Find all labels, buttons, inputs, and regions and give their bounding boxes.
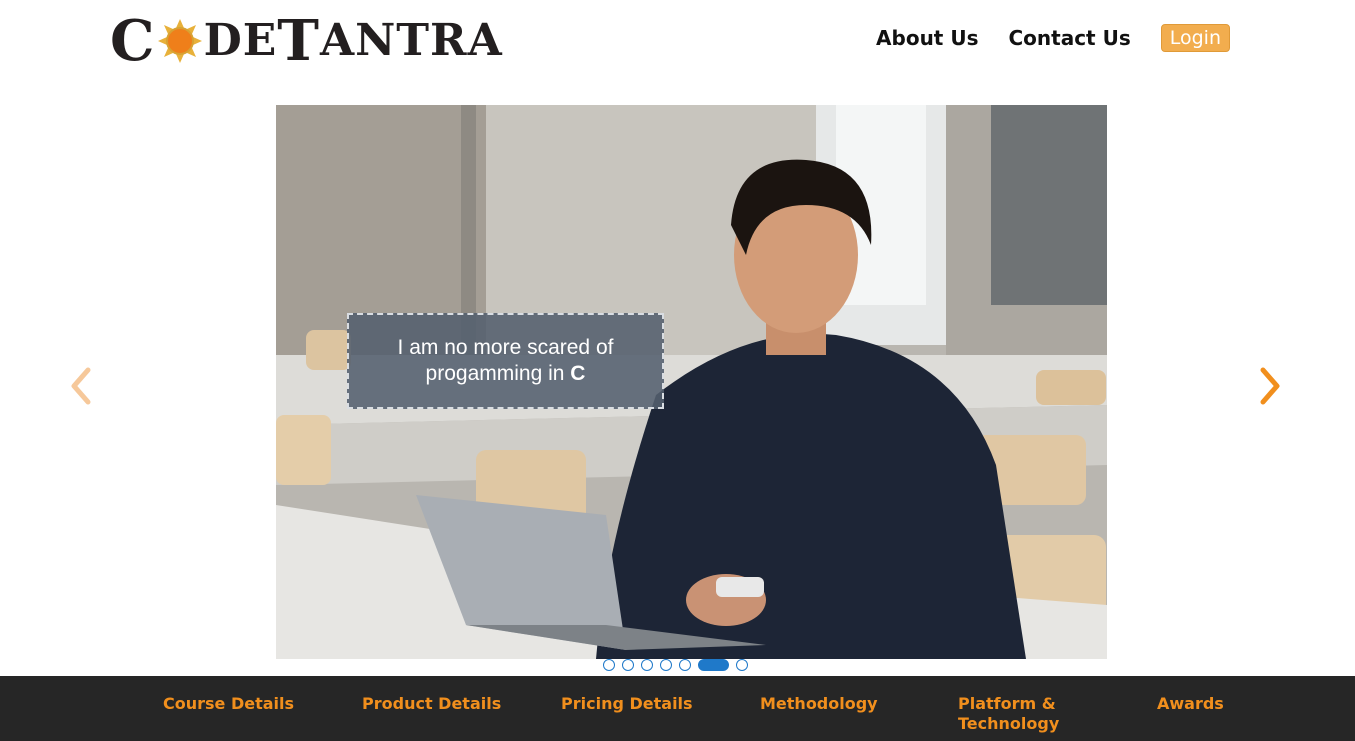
caption-line-2: progamming in C <box>426 361 586 387</box>
pricing-details-link[interactable]: Pricing Details <box>561 694 693 714</box>
logo-letters-antra: ANTRA <box>319 15 503 66</box>
product-details-link[interactable]: Product Details <box>362 694 501 714</box>
contact-us-link[interactable]: Contact Us <box>1008 26 1130 50</box>
caption-line-2-text: progamming in <box>425 362 571 385</box>
caption-bold-c: C <box>570 362 586 385</box>
product-details-label: Product Details <box>362 694 502 713</box>
methodology-label: Methodology <box>760 694 878 713</box>
logo-letter-c: C <box>110 8 156 74</box>
sun-icon <box>157 19 202 63</box>
platform-technology-label-1: Platform & <box>958 694 1056 713</box>
platform-technology-link[interactable]: Platform & Technology <box>958 694 1059 734</box>
awards-label: Awards <box>1157 694 1224 713</box>
course-details-link[interactable]: Course Details <box>163 694 294 714</box>
chevron-left-icon[interactable] <box>68 366 94 406</box>
top-nav: About Us Contact Us Login <box>846 24 1230 52</box>
methodology-link[interactable]: Methodology <box>760 694 878 714</box>
carousel-dot-active[interactable] <box>698 659 729 671</box>
carousel-dot[interactable] <box>641 659 653 671</box>
chevron-right-icon[interactable] <box>1257 366 1283 406</box>
logo-letter-t: T <box>277 8 320 74</box>
caption-line-1: I am no more scared of <box>397 336 614 359</box>
carousel-dot[interactable] <box>679 659 691 671</box>
logo-letters-de: DE <box>203 15 278 66</box>
carousel-dot[interactable] <box>660 659 672 671</box>
codetantra-logo[interactable]: C DE T ANTRA <box>110 8 503 74</box>
course-details-label: Course Details <box>163 694 295 713</box>
login-button[interactable]: Login <box>1160 24 1230 52</box>
carousel-indicators <box>603 659 755 671</box>
carousel-dot[interactable] <box>736 659 748 671</box>
platform-technology-label-2: Technology <box>958 714 1060 733</box>
pricing-details-label: Pricing Details <box>561 694 693 713</box>
carousel-slide: I am no more scared of progamming in C <box>276 105 1107 659</box>
slide-caption: I am no more scared of progamming in C <box>347 313 664 409</box>
awards-link[interactable]: Awards <box>1157 694 1224 714</box>
carousel-dot[interactable] <box>603 659 615 671</box>
about-us-link[interactable]: About Us <box>876 26 978 50</box>
carousel-dot[interactable] <box>622 659 634 671</box>
bottom-nav-bar: Course Details Product Details Pricing D… <box>0 676 1355 741</box>
